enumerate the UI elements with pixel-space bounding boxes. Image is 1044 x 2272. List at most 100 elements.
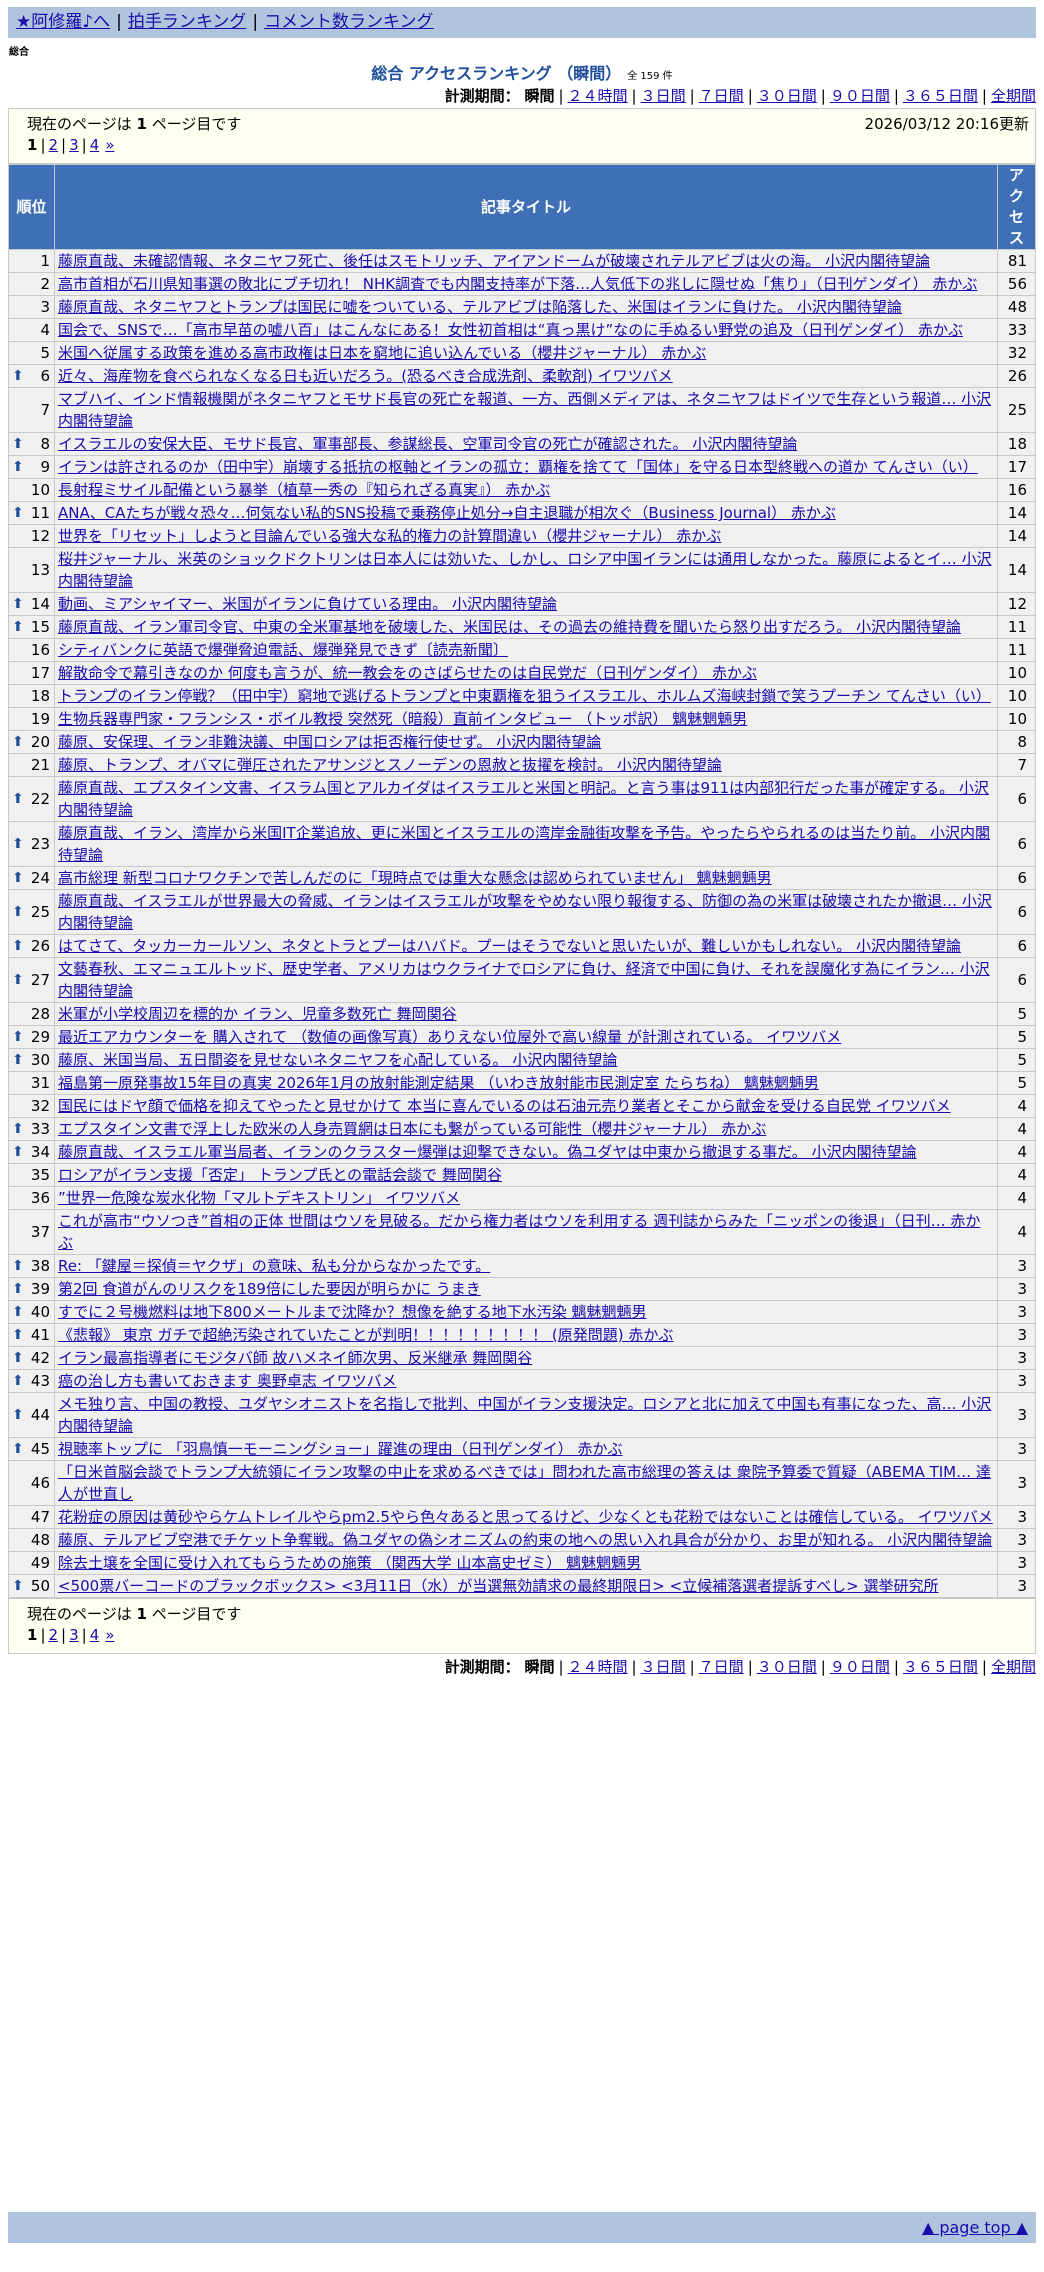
pager-link-bottom[interactable]: 2 <box>49 1626 59 1644</box>
article-link[interactable]: シティバンクに英語で爆弾脅迫電話、爆弾発見できず〔読売新聞〕 <box>58 641 508 659</box>
article-link[interactable]: 花粉症の原因は黄砂やらケムトレイルやらpm2.5やら色々あると思ってるけど、少な… <box>58 1508 993 1526</box>
article-link[interactable]: 藤原直哉、ネタニヤフとトランプは国民に嘘をついている、テルアビブは陥落した、米国… <box>58 298 902 316</box>
title-cell: 最近エアカウンターを 購入されて （数値の画像写真）ありえない位屋外で高い線量 … <box>54 1025 998 1049</box>
access-count: 11 <box>997 638 1036 662</box>
pager-next-link-bottom[interactable]: » <box>105 1626 114 1644</box>
article-link[interactable]: Re: 「鍵屋＝探偵＝ヤクザ」の意味、私も分からなかったです。 <box>58 1257 490 1275</box>
access-count: 4 <box>997 1209 1036 1255</box>
rank-number: 15 <box>30 618 50 636</box>
article-link[interactable]: 藤原、トランプ、オバマに弾圧されたアサンジとスノーデンの恩赦と抜擢を検討。 小沢… <box>58 756 722 774</box>
article-link[interactable]: 高市首相が石川県知事選の敗北にブチ切れ！ NHK調査でも内閣支持率が下落…人気低… <box>58 275 977 293</box>
article-link[interactable]: これが高市“ウソつき”首相の正体 世間はウソを見破る。だから権力者はウソを利用す… <box>58 1212 980 1252</box>
pager-link[interactable]: 2 <box>49 136 59 154</box>
page-info-bottom: 現在のページは 1 ページ目です 1 | 2 | 3 | 4» <box>8 1598 1036 1654</box>
article-link[interactable]: すでに２号機燃料は地下800メートルまで沈降か？想像を絶する地下水汚染 魑魅魍魎… <box>58 1303 647 1321</box>
article-link[interactable]: エプスタイン文書で浮上した欧米の人身売買網は日本にも繋がっている可能性（櫻井ジャ… <box>58 1120 766 1138</box>
period-option-link-bottom[interactable]: ３６５日間 <box>903 1658 978 1676</box>
article-link[interactable]: 藤原、安保理、イラン非難決議、中国ロシアは拒否権行使せず。 小沢内閣待望論 <box>58 733 601 751</box>
article-link[interactable]: 癌の治し方も書いておきます 奥野卓志 イワツバメ <box>58 1372 397 1390</box>
article-link[interactable]: 文藝春秋、エマニュエルトッド、歴史学者、アメリカはウクライナでロシアに負け、経済… <box>58 960 990 1000</box>
rank-number: 47 <box>30 1508 50 1526</box>
period-option-link-bottom[interactable]: ２４時間 <box>568 1658 628 1676</box>
period-option-link-bottom[interactable]: ９０日間 <box>830 1658 890 1676</box>
article-link[interactable]: トランプのイラン停戦？（田中宇）窮地で逃げるトランプと中東覇権を狙うイスラエル、… <box>58 687 991 705</box>
article-link[interactable]: 桜井ジャーナル、米英のショックドクトリンは日本人には効いた、しかし、ロシア中国イ… <box>58 550 992 590</box>
article-link[interactable]: 視聴率トップに 「羽鳥慎一モーニングショー」躍進の理由（日刊ゲンダイ） 赤かぶ <box>58 1440 623 1458</box>
article-link[interactable]: ロシアがイラン支援「否定」 トランプ氏との電話会談で 舞岡関谷 <box>58 1166 502 1184</box>
period-current-bottom: 瞬間 <box>524 1658 555 1676</box>
article-link[interactable]: 藤原、テルアビブ空港でチケット争奪戦。偽ユダヤの偽シオニズムの約束の地への思い入… <box>58 1531 992 1549</box>
article-link[interactable]: 藤原直哉、イラン、湾岸から米国IT企業追放、更に米国とイスラエルの湾岸金融街攻撃… <box>58 824 990 864</box>
period-option-link[interactable]: ２４時間 <box>568 87 628 105</box>
title-cell: 藤原、テルアビブ空港でチケット争奪戦。偽ユダヤの偽シオニズムの約束の地への思い入… <box>54 1528 998 1552</box>
title-cell: 藤原直哉、イラン軍司令官、中東の全米軍基地を破壊した、米国民は、その過去の維持費… <box>54 615 998 639</box>
period-option-link-bottom[interactable]: 全期間 <box>991 1658 1036 1676</box>
period-option-link[interactable]: ９０日間 <box>830 87 890 105</box>
clap-ranking-link[interactable]: 拍手ランキング <box>128 12 247 32</box>
access-count: 3 <box>997 1528 1036 1552</box>
period-option-link[interactable]: ３６５日間 <box>903 87 978 105</box>
period-option-link[interactable]: ３日間 <box>641 87 686 105</box>
access-count: 3 <box>997 1505 1036 1529</box>
pager-link[interactable]: 3 <box>69 136 79 154</box>
article-link[interactable]: 世界を「リセット」しようと目論んでいる強大な私的権力の計算間違い（櫻井ジャーナル… <box>58 527 721 545</box>
article-link[interactable]: 藤原直哉、イスラエルが世界最大の脅威、イランはイスラエルが攻撃をやめない限り報復… <box>58 892 992 932</box>
article-link[interactable]: 動画、ミアシャイマー、米国がイランに負けている理由。 小沢内閣待望論 <box>58 595 557 613</box>
article-link[interactable]: ANA、CAたちが戦々恐々…何気ない私的SNS投稿で乗務停止処分→自主退職が相次… <box>58 504 836 522</box>
title-cell: イラン最高指導者にモジタバ師 故ハメネイ師次男、反米継承 舞岡関谷 <box>54 1346 998 1370</box>
period-option-link-bottom[interactable]: ７日間 <box>699 1658 744 1676</box>
article-link[interactable]: イラン最高指導者にモジタバ師 故ハメネイ師次男、反米継承 舞岡関谷 <box>58 1349 532 1367</box>
article-link[interactable]: はてさて、タッカーカールソン、ネタとトラとプーはハバド。プーはそうでないと思いた… <box>58 937 961 955</box>
article-link[interactable]: 長射程ミサイル配備という暴挙（植草一秀の『知られざる真実』） 赤かぶ <box>58 481 550 499</box>
article-link[interactable]: 米軍が小学校周辺を標的か イラン、児童多数死亡 舞岡関谷 <box>58 1005 457 1023</box>
rank-cell: ⬆ 24 <box>8 866 55 890</box>
period-option-link[interactable]: ７日間 <box>699 87 744 105</box>
period-option-link-bottom[interactable]: ３日間 <box>641 1658 686 1676</box>
access-count: 6 <box>997 934 1036 958</box>
table-row: ⬆ 25 藤原直哉、イスラエルが世界最大の脅威、イランはイスラエルが攻撃をやめない限… <box>8 889 1036 935</box>
table-row: 12 世界を「リセット」しようと目論んでいる強大な私的権力の計算間違い（櫻井ジャー… <box>8 524 1036 548</box>
article-link[interactable]: イスラエルの安保大臣、モサド長官、軍事部長、参謀総長、空軍司令官の死亡が確認され… <box>58 435 797 453</box>
article-link[interactable]: 福島第一原発事故15年目の真実 2026年1月の放射能測定結果 （いわき放射能市… <box>58 1074 819 1092</box>
rank-cell: ⬆ 23 <box>8 821 55 867</box>
article-link[interactable]: 藤原直哉、イラン軍司令官、中東の全米軍基地を破壊した、米国民は、その過去の維持費… <box>58 618 961 636</box>
article-link[interactable]: 除去土壌を全国に受け入れてもらうための施策 （関西大学 山本高史ゼミ） 魑魅魍魎… <box>58 1554 641 1572</box>
title-cell: 世界を「リセット」しようと目論んでいる強大な私的権力の計算間違い（櫻井ジャーナル… <box>54 524 998 548</box>
article-link[interactable]: 藤原直哉、未確認情報、ネタニヤフ死亡、後任はスモトリッチ、アイアンドームが破壊さ… <box>58 252 930 270</box>
pager-next-link[interactable]: » <box>105 136 114 154</box>
article-link[interactable]: 藤原、米国当局、五日間姿を見せないネタニヤフを心配している。 小沢内閣待望論 <box>58 1051 617 1069</box>
article-link[interactable]: マブハイ、インド情報機関がネタニヤフとモサド長官の死亡を報道、一方、西側メディア… <box>58 390 991 430</box>
article-link[interactable]: 藤原直哉、エプスタイン文書、イスラム国とアルカイダはイスラエルと米国と明記。と言… <box>58 779 989 819</box>
access-count: 12 <box>997 592 1036 616</box>
pager-link-bottom[interactable]: 4 <box>90 1626 100 1644</box>
article-link[interactable]: 高市総理 新型コロナワクチンで苦しんだのに「現時点では重大な懸念は認められていま… <box>58 869 772 887</box>
article-link[interactable]: 国会で、SNSで…「高市早苗の嘘八百」はこんなにある！女性初首相は“真っ黒け”な… <box>58 321 963 339</box>
article-link[interactable]: イランは許されるのか（田中宇）崩壊する抵抗の枢軸とイランの孤立：覇権を捨てて「国… <box>58 458 978 476</box>
article-link[interactable]: 「日米首脳会談でトランプ大統領にイラン攻撃の中止を求めるべきでは」問われた高市総… <box>58 1463 991 1503</box>
page-top-link[interactable]: ▲ page top ▲ <box>922 2218 1028 2237</box>
rank-cell: ⬆ 30 <box>8 1048 55 1072</box>
period-option-link[interactable]: 全期間 <box>991 87 1036 105</box>
article-link[interactable]: 藤原直哉、イスラエル軍当局者、イランのクラスター爆弾は迎撃できない。偽ユダヤは中… <box>58 1143 917 1161</box>
article-link[interactable]: 国民にはドヤ顔で価格を抑えてやったと見せかけて 本当に喜んでいるのは石油元売り業… <box>58 1097 951 1115</box>
article-link[interactable]: 《悲報》 東京 ガチで超絶汚染されていたことが判明！！！！！！！！！ (原発問題… <box>58 1326 673 1344</box>
article-link[interactable]: 解散命令で幕引きなのか 何度も言うが、統一教会をのさばらせたのは自民党だ（日刊ゲ… <box>58 664 757 682</box>
article-link[interactable]: 近々、海産物を食べられなくなる日も近いだろう。(恐るべき合成洗剤、柔軟剤) イワ… <box>58 367 673 385</box>
article-link[interactable]: 最近エアカウンターを 購入されて （数値の画像写真）ありえない位屋外で高い線量 … <box>58 1028 841 1046</box>
home-link[interactable]: ★阿修羅♪へ <box>16 12 110 32</box>
pager-link[interactable]: 4 <box>90 136 100 154</box>
article-link[interactable]: 生物兵器専門家・フランシス・ボイル教授 突然死（暗殺）直前インタビュー （トッポ… <box>58 710 747 728</box>
title-cell: 藤原直哉、ネタニヤフとトランプは国民に嘘をついている、テルアビブは陥落した、米国… <box>54 295 998 319</box>
period-option-link[interactable]: ３０日間 <box>757 87 817 105</box>
access-count: 48 <box>997 295 1036 319</box>
article-link[interactable]: <500票バーコードのブラックボックス> <3月11日（水）が当選無効請求の最終… <box>58 1577 938 1595</box>
pager-link-bottom[interactable]: 3 <box>69 1626 79 1644</box>
comment-ranking-link[interactable]: コメント数ランキング <box>264 12 434 32</box>
period-option-link-bottom[interactable]: ３０日間 <box>757 1658 817 1676</box>
title-cell: 解散命令で幕引きなのか 何度も言うが、統一教会をのさばらせたのは自民党だ（日刊ゲ… <box>54 661 998 685</box>
article-link[interactable]: 第2回 食道がんのリスクを189倍にした要因が明らかに うまき <box>58 1280 481 1298</box>
article-link[interactable]: ”世界一危険な炭水化物「マルトデキストリン」 イワツバメ <box>58 1189 460 1207</box>
article-link[interactable]: 米国へ従属する政策を進める高市政権は日本を窮地に追い込んでいる（櫻井ジャーナル）… <box>58 344 706 362</box>
rank-up-arrow-icon: ⬆ <box>12 1407 24 1423</box>
article-link[interactable]: メモ独り言、中国の教授、ユダヤシオニストを名指しで批判、中国がイラン支援決定。ロ… <box>58 1395 991 1435</box>
